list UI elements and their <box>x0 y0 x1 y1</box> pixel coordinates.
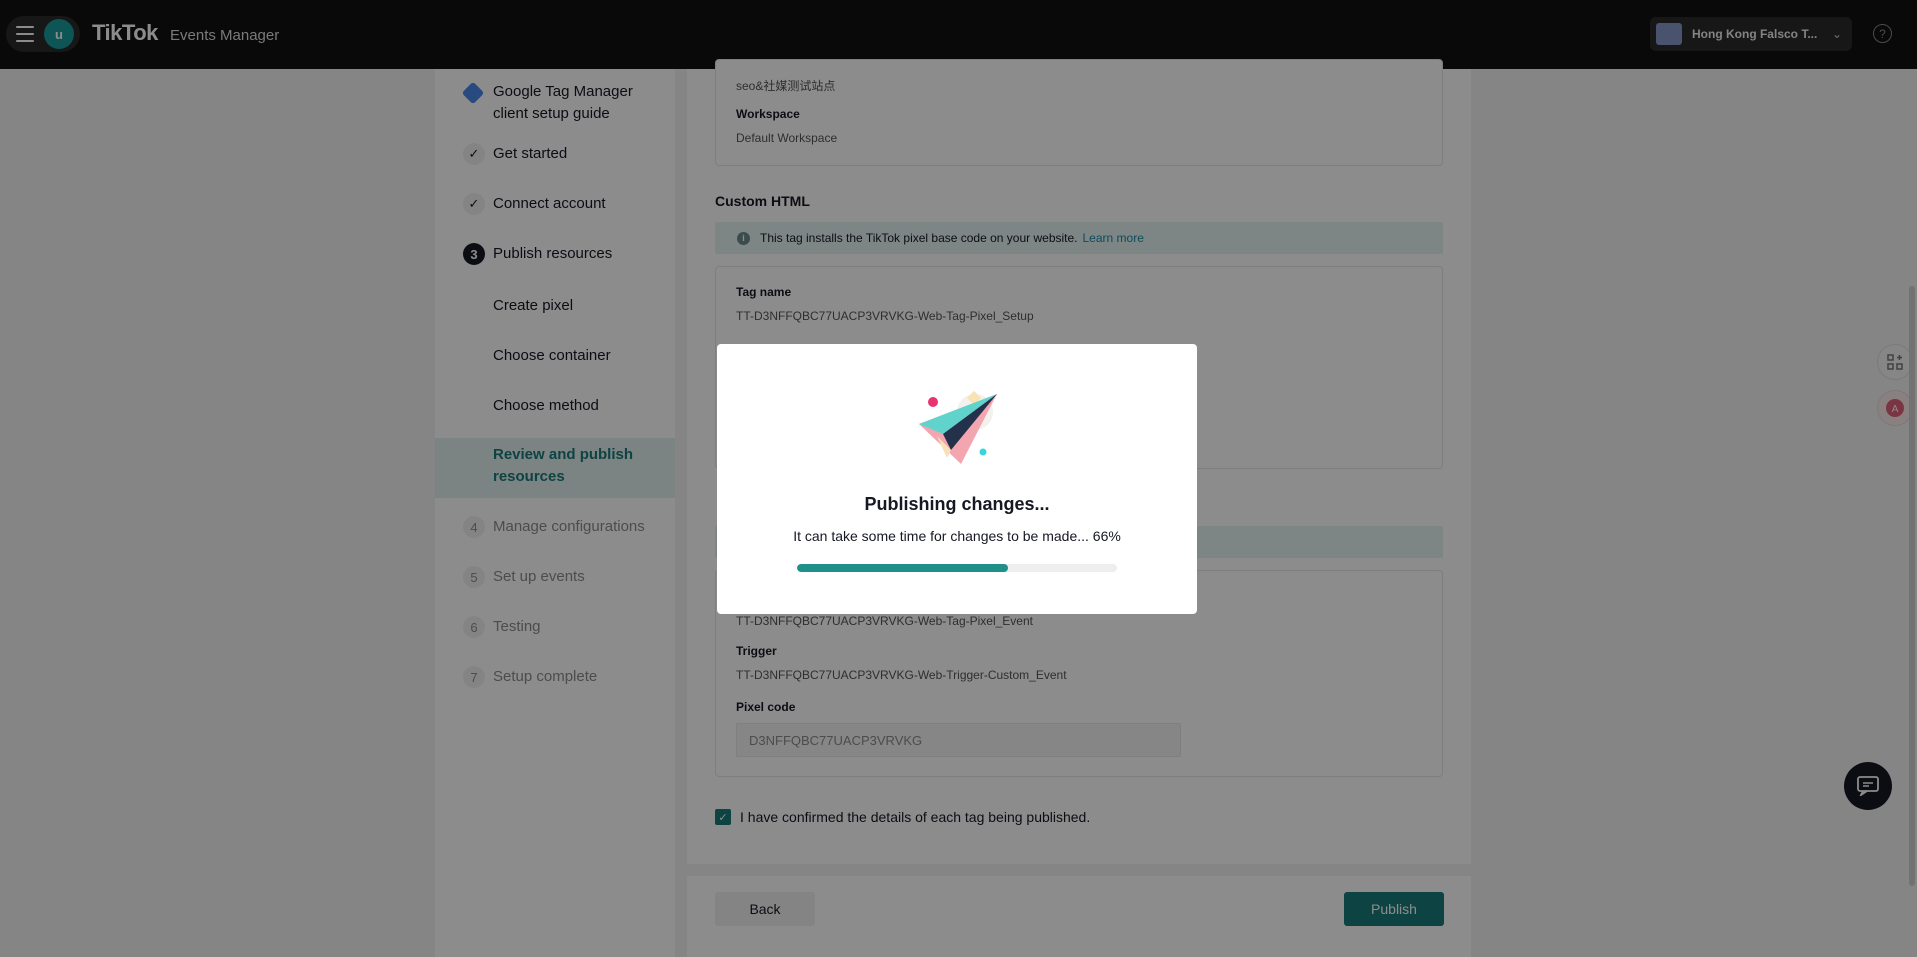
progress-bar <box>797 564 1117 572</box>
paper-plane-icon <box>919 390 997 464</box>
publishing-modal: Publishing changes... It can take some t… <box>717 344 1197 614</box>
progress-bar-fill <box>797 564 1009 572</box>
modal-message: It can take some time for changes to be … <box>793 528 1121 544</box>
modal-title: Publishing changes... <box>864 494 1050 514</box>
